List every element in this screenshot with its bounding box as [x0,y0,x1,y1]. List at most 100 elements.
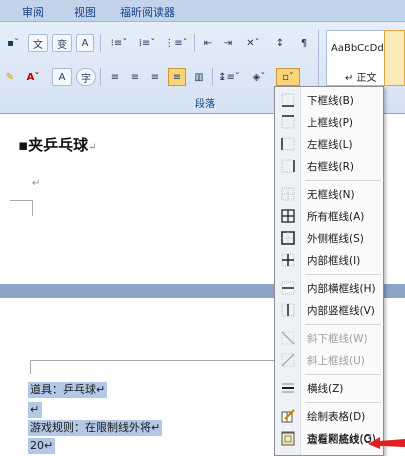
menu-item-inside-horizontal[interactable]: 内部横框线(H) [275,277,383,299]
menu-item-all-borders[interactable]: 所有框线(A) [275,205,383,227]
menu-item-top-border[interactable]: 上框线(P) [275,111,383,133]
justify-icon[interactable]: ≡ [168,68,186,86]
horizontal-line-icon [282,383,294,393]
border-button[interactable]: ▫ˇ [276,68,300,86]
chinese-layout-icon[interactable]: ✕ˇ [240,34,266,52]
menu-item-draw-table[interactable]: 绘制表格(D) [275,405,383,427]
menu-item-label: 下框线(B) [307,95,354,107]
enclose-char-button[interactable]: 字 [76,68,96,86]
char-border-button[interactable]: A [76,34,94,52]
selected-line: 道具：乒乓球↵ [28,382,108,398]
distributed-icon[interactable]: ▥ [190,68,208,86]
menu-separator [305,324,381,325]
pointer-arrow-icon [368,437,405,449]
menu-item-label: 横线(Z) [307,383,344,395]
margin-corner [30,360,31,374]
line-spacing-icon[interactable]: ↨≡ˇ [216,68,242,86]
shading-icon[interactable]: ◈ˇ [246,68,272,86]
menu-item-diagonal-up: 斜上框线(U) [275,349,383,371]
menu-item-label: 内部竖框线(V) [307,305,375,317]
menu-item-inside-vertical[interactable]: 内部竖框线(V) [275,299,383,321]
draw-table-icon [281,409,295,423]
menu-separator [305,180,381,181]
border-right-icon [281,159,295,173]
increase-indent-icon[interactable]: ⇥ [218,34,238,52]
wen-label: 文 [33,39,43,51]
decrease-indent-icon[interactable]: ⇤ [198,34,218,52]
tab-foxit-reader[interactable]: 福昕阅读器 [120,4,175,20]
menu-item-right-border[interactable]: 右框线(R) [275,155,383,177]
borders-shading-icon [281,432,295,446]
paragraph-mark: ↵ [151,421,161,434]
title-text: 乒乓球 [43,136,89,154]
change-case-label: 变 [57,39,67,51]
ribbon-tab-bar: 审阅 视图 福昕阅读器 [0,0,405,22]
menu-item-no-border[interactable]: 无框线(N) [275,183,383,205]
menu-item-label: 内部框线(I) [307,255,361,267]
menu-item-label: 斜上框线(U) [307,355,365,367]
font-size-arrow-icon[interactable]: ▪ˇ [2,34,24,52]
menu-item-horizontal-line[interactable]: 横线(Z) [275,377,383,399]
paragraph-mark: ↵ [44,439,54,452]
border-inside-horizontal-icon [281,281,295,295]
style-name: ↵ 正文 [345,73,377,84]
margin-corner [32,200,33,216]
border-inside-icon [281,253,295,267]
line-text: 游戏规则：在限制线外将 [30,421,151,434]
menu-item-left-border[interactable]: 左框线(L) [275,133,383,155]
font-color-icon[interactable]: Aˇ [20,68,46,86]
tab-view[interactable]: 视图 [74,4,96,20]
menu-separator [305,402,381,403]
paragraph-mark: ↵ [32,178,41,189]
numbering-icon[interactable]: ⁞≡ˇ [134,34,160,52]
menu-item-label: 无框线(N) [307,189,355,201]
menu-item-borders-and-shading[interactable]: 边框和底纹(O)... [275,428,386,450]
selected-line: 游戏规则：在限制线外将↵ [28,420,163,436]
title-prefix: ▪夹 [18,136,44,154]
enclose-char-label: 字 [81,73,91,85]
menu-item-diagonal-down: 斜下框线(W) [275,327,383,349]
style-next[interactable] [384,30,405,86]
border-outside-icon [281,231,295,245]
paragraph-mark: ↵ [88,142,97,153]
menu-separator [305,274,381,275]
border-none-icon [281,187,295,201]
align-center-icon[interactable]: ≡ [126,68,144,86]
border-bottom-icon [281,93,295,107]
menu-item-label: 左框线(L) [307,139,353,151]
show-marks-icon[interactable]: ¶ [294,34,314,52]
border-top-icon [281,115,295,129]
line-text: 道具：乒乓球 [30,383,96,396]
align-left-icon[interactable]: ≡ [106,68,124,86]
bullets-icon[interactable]: ⁝≡ˇ [106,34,132,52]
diagonal-up-icon [281,353,295,367]
menu-item-label: 绘制表格(D) [307,411,366,423]
change-case-button[interactable]: 变 [52,34,72,52]
align-right-icon[interactable]: ≡ [146,68,164,86]
paragraph-mark: ↵ [30,403,40,416]
menu-item-bottom-border[interactable]: 下框线(B) [275,89,383,111]
border-dropdown-menu: 下框线(B) 上框线(P) 左框线(L) 右框线(R) 无框线(N) 所有框线(… [274,86,384,456]
wen-button[interactable]: 文 [28,34,48,52]
menu-item-inside-borders[interactable]: 内部框线(I) [275,249,383,271]
menu-item-label: 外侧框线(S) [307,233,364,245]
sort-icon[interactable]: ↕ [270,34,290,52]
menu-item-outside-borders[interactable]: 外侧框线(S) [275,227,383,249]
line-text: 20 [30,439,44,452]
paragraph-mark: ↵ [96,383,106,396]
char-border-label: A [81,37,89,49]
ribbon-separator [212,68,213,86]
page-title: ▪夹乒乓球↵ [18,134,97,155]
multilevel-list-icon[interactable]: ⋮≡ˇ [162,34,190,52]
border-all-icon [281,209,295,223]
selected-line: 20↵ [28,438,56,454]
border-left-icon [281,137,295,151]
menu-item-label: 右框线(R) [307,161,354,173]
table-top-line [30,360,280,361]
menu-separator [305,374,381,375]
highlight-icon[interactable]: ✎ [2,68,18,86]
char-shading-button[interactable]: A [52,68,72,86]
border-inside-vertical-icon [281,303,295,317]
menu-item-label: 所有框线(A) [307,211,365,223]
tab-review[interactable]: 审阅 [22,4,44,20]
